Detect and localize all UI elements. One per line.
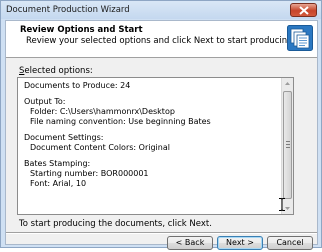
close-button[interactable] <box>290 3 317 17</box>
text-cursor-icon <box>279 198 285 211</box>
selected-options-lines: Documents to Produce: 24 Output To: Folder… <box>18 81 280 189</box>
thumb-grip-line <box>286 147 290 148</box>
window-title: Document Production Wizard <box>6 5 130 15</box>
page-subtitle: Review your selected options and click N… <box>26 36 296 46</box>
button-row: < Back Next > Cancel <box>6 236 317 252</box>
wizard-header: Review Options and Start Review your sel… <box>6 21 317 58</box>
option-line: Document Settings: <box>24 133 104 142</box>
scroll-thumb[interactable] <box>283 91 292 199</box>
documents-stack-icon <box>287 25 313 51</box>
wizard-client-area: Review Options and Start Review your sel… <box>5 20 318 250</box>
option-line: Output To: <box>24 97 66 106</box>
footer-divider <box>6 232 317 234</box>
option-line: File naming convention: Use beginning Ba… <box>30 117 211 126</box>
option-line: Folder: C:\Users\hammonrx\Desktop <box>30 107 175 116</box>
option-line: Documents to Produce: 24 <box>24 81 131 90</box>
selected-options-textbox[interactable]: Documents to Produce: 24 Output To: Folder… <box>17 77 294 215</box>
option-line: Font: Arial, 10 <box>30 179 87 188</box>
option-line: Bates Stamping: <box>24 159 91 168</box>
vertical-scrollbar[interactable] <box>281 78 293 214</box>
thumb-grip-line <box>286 141 290 142</box>
title-bar[interactable]: Document Production Wizard <box>1 1 321 19</box>
scroll-up-arrow-icon[interactable] <box>282 78 293 89</box>
selected-options-label: Selected options: <box>19 66 93 76</box>
wizard-window: Document Production Wizard Review Option… <box>0 0 322 250</box>
instruction-text: To start producing the documents, click … <box>19 219 212 229</box>
option-line: Document Content Colors: Original <box>30 143 170 152</box>
page-title: Review Options and Start <box>20 25 143 35</box>
close-icon <box>299 6 309 15</box>
thumb-grip-line <box>286 144 290 145</box>
option-line: Starting number: BOR000001 <box>30 169 149 178</box>
